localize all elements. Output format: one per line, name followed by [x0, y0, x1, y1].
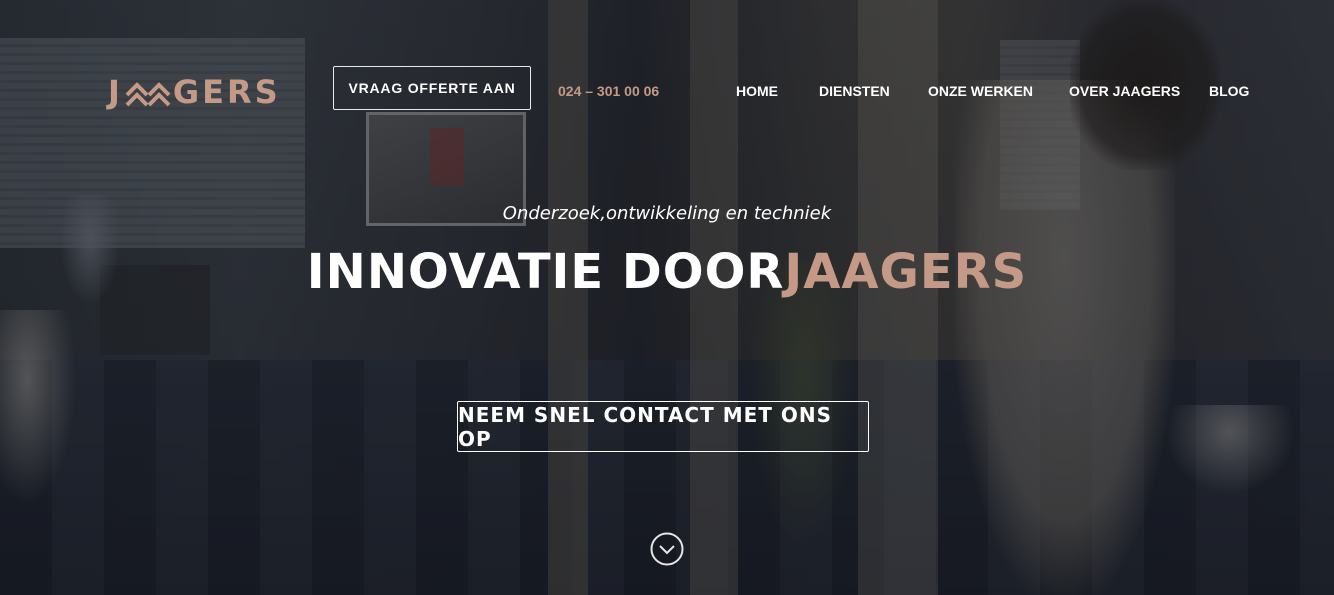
- contact-cta-button[interactable]: NEEM SNEL CONTACT MET ONS OP: [457, 401, 869, 452]
- hero-subtitle: Onderzoek,ontwikkeling en techniek: [502, 203, 832, 224]
- chevron-down-circle-icon[interactable]: [650, 532, 684, 566]
- nav-item-onze-werken[interactable]: ONZE WERKEN: [928, 83, 1033, 99]
- nav-item-over-jaagers[interactable]: OVER JAAGERS: [1069, 83, 1180, 99]
- hero-headline: INNOVATIE DOORJAAGERS: [0, 244, 1334, 300]
- hero-headline-accent: JAAGERS: [784, 244, 1028, 300]
- hero-headline-main: INNOVATIE DOOR: [306, 244, 785, 300]
- nav-item-diensten[interactable]: DIENSTEN: [819, 83, 890, 99]
- nav-item-home[interactable]: HOME: [736, 83, 778, 99]
- nav-item-blog[interactable]: BLOG: [1209, 83, 1249, 99]
- main-navigation: HOME DIENSTEN ONZE WERKEN OVER JAAGERS B…: [0, 83, 1334, 103]
